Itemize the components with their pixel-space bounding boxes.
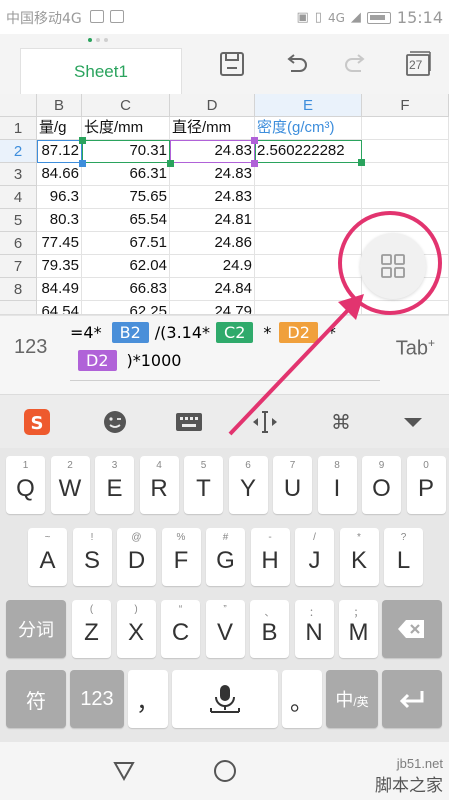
annotation-arrow xyxy=(228,294,364,436)
phone-screen: 中国移动4G ▣ ▯ 4G ◢ 15:14 Sheet1 27 B C D E … xyxy=(0,0,449,800)
